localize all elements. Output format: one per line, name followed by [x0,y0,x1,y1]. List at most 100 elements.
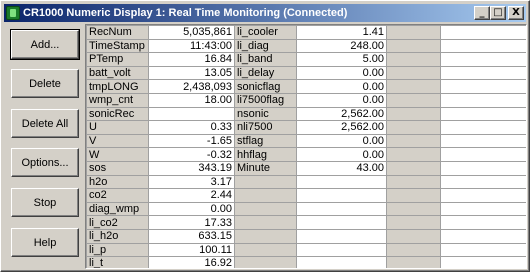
field-label[interactable]: li_h2o [86,228,149,244]
field-label[interactable] [234,201,297,217]
field-value[interactable]: 5,035,861 [148,25,235,40]
field-value[interactable]: 17.33 [148,215,235,230]
field-label[interactable]: li_co2 [86,215,149,230]
field-value[interactable]: 11:43:00 [148,38,235,54]
field-label[interactable]: sos [86,160,149,176]
field-value[interactable]: 100.11 [148,242,235,258]
field-value[interactable]: 13.05 [148,65,235,81]
field-label[interactable]: h2o [86,174,149,190]
stop-button[interactable]: Stop [11,188,79,217]
help-button[interactable]: Help [11,228,79,257]
add-button[interactable]: Add... [10,29,80,60]
empty-label-cell[interactable] [386,52,441,67]
field-label[interactable]: sonicRec [86,106,149,122]
field-value[interactable]: 248.00 [296,38,387,54]
field-value[interactable]: 0.00 [296,65,387,81]
empty-label-cell[interactable] [386,133,441,149]
field-label[interactable]: li7500flag [234,92,297,108]
field-label[interactable]: RecNum [86,25,149,40]
empty-value-cell[interactable] [440,242,526,258]
field-label[interactable]: nli7500 [234,120,297,135]
field-label[interactable]: TimeStamp [86,38,149,54]
empty-value-cell[interactable] [440,79,526,94]
field-label[interactable]: PTemp [86,52,149,67]
field-label[interactable]: hhflag [234,147,297,162]
delete-all-button[interactable]: Delete All [11,109,79,138]
field-value[interactable]: 2,438,093 [148,79,235,94]
empty-value-cell[interactable] [440,38,526,54]
empty-value-cell[interactable] [440,106,526,122]
field-label[interactable] [234,256,297,268]
field-value[interactable]: 0.00 [296,133,387,149]
empty-value-cell[interactable] [440,160,526,176]
empty-label-cell[interactable] [386,25,441,40]
empty-value-cell[interactable] [440,133,526,149]
empty-value-cell[interactable] [440,147,526,162]
empty-label-cell[interactable] [386,215,441,230]
empty-value-cell[interactable] [440,65,526,81]
field-value[interactable]: 16.92 [148,256,235,268]
field-label[interactable]: li_p [86,242,149,258]
field-value[interactable] [296,174,387,190]
field-value[interactable]: 2.44 [148,188,235,203]
field-value[interactable]: 1.41 [296,25,387,40]
field-label[interactable]: stflag [234,133,297,149]
field-value[interactable]: 3.17 [148,174,235,190]
field-value[interactable]: 5.00 [296,52,387,67]
minimize-button[interactable]: _ [474,6,490,20]
options-button[interactable]: Options... [11,148,79,177]
close-button[interactable]: X [508,6,524,20]
empty-value-cell[interactable] [440,256,526,268]
field-value[interactable] [296,228,387,244]
empty-label-cell[interactable] [386,65,441,81]
field-value[interactable] [296,256,387,268]
field-value[interactable] [296,188,387,203]
field-label[interactable] [234,188,297,203]
app-icon[interactable] [6,6,20,20]
field-value[interactable]: 43.00 [296,160,387,176]
field-value[interactable]: -0.32 [148,147,235,162]
field-label[interactable]: li_cooler [234,25,297,40]
field-label[interactable] [234,242,297,258]
empty-label-cell[interactable] [386,38,441,54]
field-value[interactable]: 0.33 [148,120,235,135]
field-label[interactable]: W [86,147,149,162]
field-value[interactable] [296,215,387,230]
field-value[interactable]: 2,562.00 [296,120,387,135]
field-value[interactable]: 0.00 [296,79,387,94]
empty-label-cell[interactable] [386,256,441,268]
empty-label-cell[interactable] [386,106,441,122]
field-value[interactable]: 0.00 [148,201,235,217]
field-value[interactable]: 633.15 [148,228,235,244]
field-label[interactable]: co2 [86,188,149,203]
numeric-grid[interactable]: RecNum 5,035,861 li_cooler 1.41 TimeStamp 11:… [85,24,527,269]
field-value[interactable]: 2,562.00 [296,106,387,122]
field-label[interactable]: diag_wmp [86,201,149,217]
title-bar[interactable]: CR1000 Numeric Display 1: Real Time Moni… [4,4,526,22]
empty-label-cell[interactable] [386,92,441,108]
empty-value-cell[interactable] [440,25,526,40]
field-label[interactable]: tmpLONG [86,79,149,94]
empty-value-cell[interactable] [440,52,526,67]
empty-label-cell[interactable] [386,201,441,217]
field-label[interactable]: Minute [234,160,297,176]
field-label[interactable] [234,215,297,230]
maximize-button[interactable]: □ [490,6,506,20]
field-value[interactable]: 0.00 [296,147,387,162]
field-label[interactable]: li_diag [234,38,297,54]
empty-value-cell[interactable] [440,120,526,135]
field-value[interactable]: 18.00 [148,92,235,108]
empty-value-cell[interactable] [440,228,526,244]
field-value[interactable]: 343.19 [148,160,235,176]
empty-label-cell[interactable] [386,120,441,135]
empty-value-cell[interactable] [440,92,526,108]
field-value[interactable] [148,106,235,122]
field-label[interactable]: wmp_cnt [86,92,149,108]
empty-label-cell[interactable] [386,174,441,190]
empty-label-cell[interactable] [386,147,441,162]
field-label[interactable]: sonicflag [234,79,297,94]
field-value[interactable]: 16.84 [148,52,235,67]
field-value[interactable]: -1.65 [148,133,235,149]
field-label[interactable] [234,174,297,190]
empty-value-cell[interactable] [440,188,526,203]
